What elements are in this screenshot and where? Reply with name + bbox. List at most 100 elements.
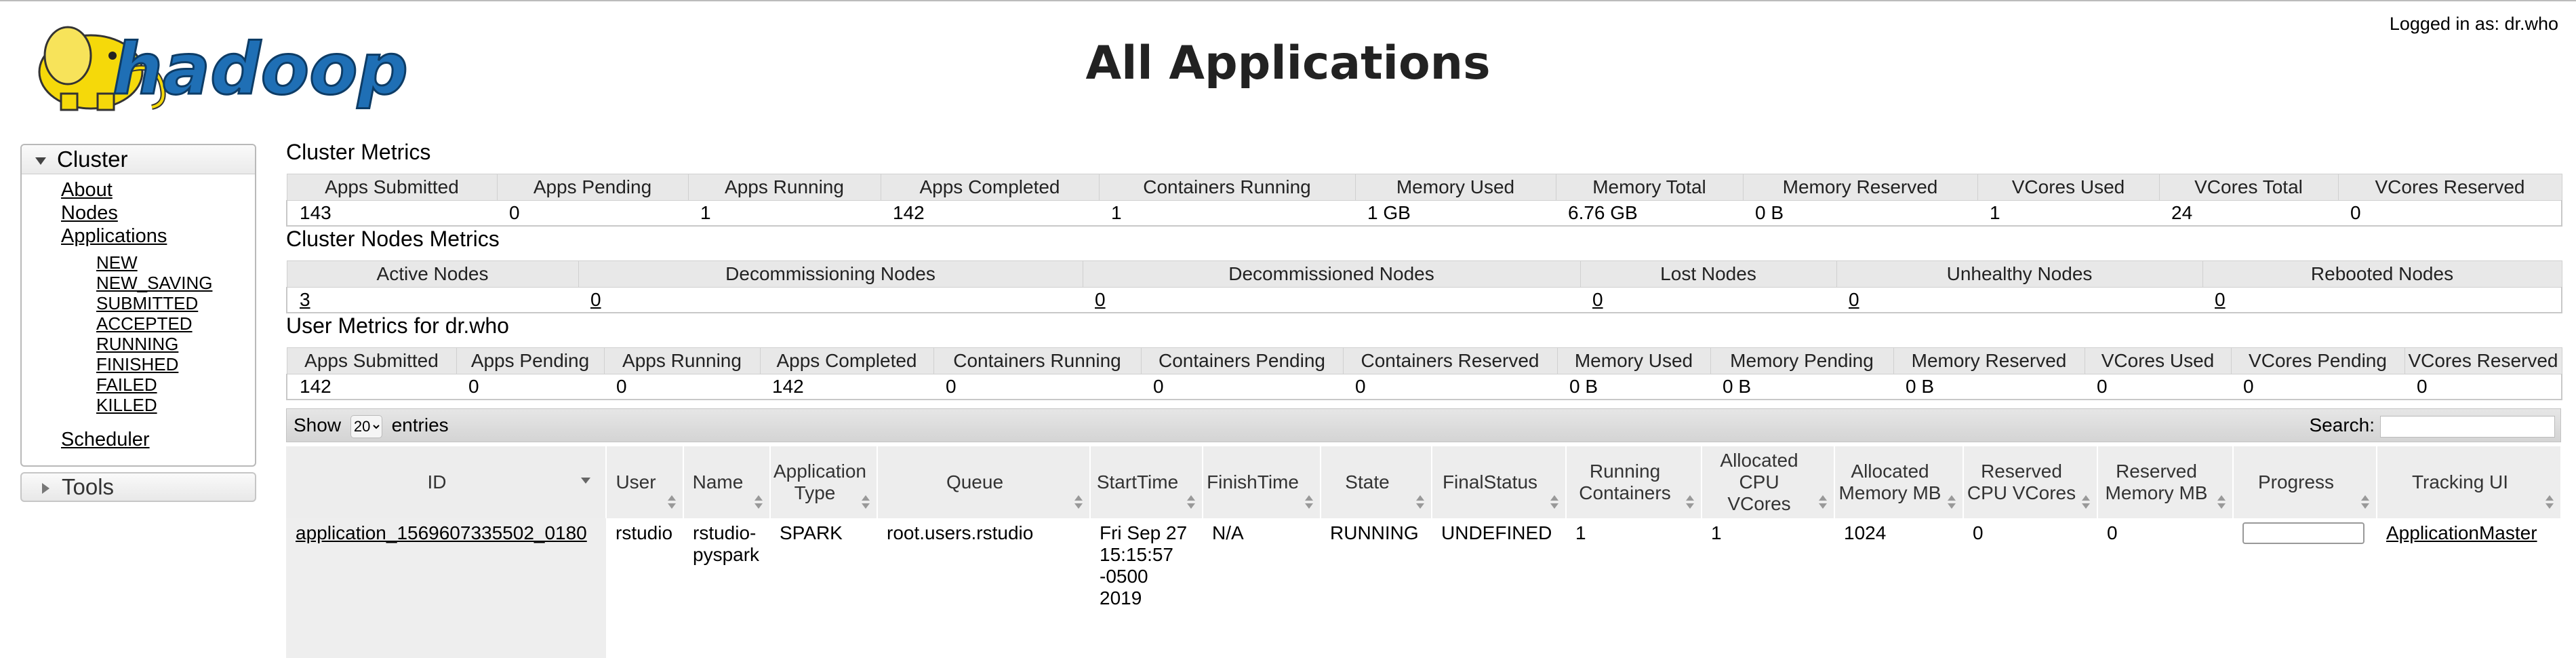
cluster-metrics-table: Apps Submitted Apps Pending Apps Running… — [286, 174, 2562, 227]
nav-link-nodes[interactable]: Nodes — [61, 202, 118, 225]
expand-arrow-icon — [42, 483, 49, 495]
metrics-header-row: Apps Submitted Apps Pending Apps Running… — [286, 347, 2562, 374]
metric-header: Memory Total — [1555, 174, 1744, 201]
progress-bar — [2242, 522, 2364, 544]
sort-icon — [668, 495, 676, 509]
column-header-final-status[interactable]: FinalStatus — [1432, 446, 1567, 518]
sort-icon — [1305, 495, 1313, 509]
metric-value: 24 — [2159, 200, 2338, 227]
column-header-start-time[interactable]: StartTime — [1090, 446, 1203, 518]
metrics-value-row: 142 0 0 142 0 0 0 0 B 0 B 0 B 0 0 0 — [286, 374, 2562, 400]
rebooted-nodes-link[interactable]: 0 — [2215, 289, 2226, 310]
nav-state-submitted[interactable]: SUBMITTED — [96, 293, 198, 314]
metric-value: 0 B — [1710, 374, 1893, 400]
metric-value: 1 — [688, 200, 881, 227]
node-metrics-table: Active Nodes Decommissioning Nodes Decom… — [286, 260, 2562, 313]
nav-state-finished[interactable]: FINISHED — [96, 354, 178, 375]
metric-header: Decommissioned Nodes — [1082, 260, 1581, 288]
nav-link-applications[interactable]: Applications — [61, 225, 167, 248]
column-header-running-containers[interactable]: Running Containers — [1566, 446, 1702, 518]
nav-state-running[interactable]: RUNNING — [96, 334, 178, 355]
column-header-label: Reserved CPU VCores — [1967, 461, 2076, 503]
metric-header: Apps Running — [687, 174, 881, 201]
metric-value: 0 B — [1557, 374, 1710, 400]
decommissioning-nodes-link[interactable]: 0 — [590, 289, 601, 310]
column-header-label: ID — [427, 471, 447, 492]
column-header-state[interactable]: State — [1321, 446, 1432, 518]
column-header-progress[interactable]: Progress — [2233, 446, 2377, 518]
metric-value: 0 — [497, 200, 688, 227]
metric-value: 0 — [1343, 374, 1557, 400]
metric-header: Apps Pending — [496, 174, 689, 201]
search-input[interactable] — [2380, 415, 2555, 438]
search-control: Search: — [2310, 414, 2555, 438]
sort-desc-icon — [581, 478, 590, 484]
nav-state-new[interactable]: NEW — [96, 252, 138, 273]
nav-state-accepted[interactable]: ACCEPTED — [96, 313, 193, 334]
column-header-reserved-memory[interactable]: Reserved Memory MB — [2097, 446, 2234, 518]
decommissioned-nodes-link[interactable]: 0 — [1095, 289, 1106, 310]
metric-header: Containers Reserved — [1342, 347, 1558, 374]
metrics-header-row: Apps Submitted Apps Pending Apps Running… — [286, 174, 2562, 201]
active-nodes-link[interactable]: 3 — [300, 289, 310, 310]
metric-header: VCores Pending — [2230, 347, 2405, 374]
metric-header: Memory Pending — [1710, 347, 1894, 374]
nav-state-new-saving[interactable]: NEW_SAVING — [96, 273, 212, 294]
metric-header: Containers Running — [1098, 174, 1356, 201]
column-header-application-type[interactable]: Application Type — [770, 446, 878, 518]
column-header-label: Reserved Memory MB — [2105, 461, 2208, 503]
cell-type: SPARK — [780, 522, 843, 543]
nav-state-failed[interactable]: FAILED — [96, 374, 157, 395]
metric-header: Apps Completed — [759, 347, 934, 374]
metric-header: VCores Reserved — [2404, 347, 2562, 374]
metric-header: VCores Used — [2084, 347, 2232, 374]
tracking-ui-link[interactable]: ApplicationMaster — [2386, 522, 2537, 543]
sort-icon — [1074, 495, 1083, 509]
cell-final-status: UNDEFINED — [1441, 522, 1552, 543]
column-header-label: Running Containers — [1579, 461, 1671, 503]
page-size-control: Show 20 entries — [294, 414, 449, 438]
column-header-reserved-cpu[interactable]: Reserved CPU VCores — [1963, 446, 2098, 518]
metric-header: Decommissioning Nodes — [578, 260, 1083, 288]
lost-nodes-link[interactable]: 0 — [1592, 289, 1603, 310]
nav-tools-header[interactable]: Tools — [20, 472, 256, 502]
metric-header: Memory Used — [1556, 347, 1711, 374]
column-header-allocated-cpu[interactable]: Allocated CPU VCores — [1702, 446, 1835, 518]
metric-header: Active Nodes — [286, 260, 579, 288]
apps-header-row: ID User Name Application Type Queue Star… — [286, 446, 2562, 518]
column-header-label: User — [616, 471, 656, 492]
nav-tools-label: Tools — [62, 474, 115, 499]
metric-value: 1 GB — [1355, 200, 1556, 227]
column-header-label: Progress — [2257, 471, 2335, 492]
column-header-id[interactable]: ID — [286, 446, 607, 518]
column-header-name[interactable]: Name — [683, 446, 771, 518]
cell-start-time: Fri Sep 27 15:15:57 -0500 2019 — [1100, 522, 1188, 608]
unhealthy-nodes-link[interactable]: 0 — [1849, 289, 1859, 310]
column-header-queue[interactable]: Queue — [877, 446, 1091, 518]
cell-progress — [2233, 518, 2377, 658]
nav-link-about[interactable]: About — [61, 179, 113, 201]
page-size-select[interactable]: 20 — [350, 414, 382, 438]
metric-header: VCores Reserved — [2337, 174, 2562, 201]
column-header-label: Application Type — [773, 461, 866, 503]
column-header-finish-time[interactable]: FinishTime — [1203, 446, 1321, 518]
entries-label: entries — [391, 414, 449, 436]
apps-table-toolbar: Show 20 entries Search: — [286, 408, 2561, 442]
nav-link-scheduler[interactable]: Scheduler — [61, 429, 150, 451]
column-header-tracking-ui[interactable]: Tracking UI — [2377, 446, 2562, 518]
column-header-label: Allocated CPU VCores — [1720, 450, 1798, 514]
application-id-link[interactable]: application_1569607335502_0180 — [296, 522, 587, 543]
metric-value: 0 — [2338, 200, 2562, 227]
sort-icon — [1187, 495, 1195, 509]
column-header-label: StartTime — [1096, 471, 1179, 492]
metric-header: Apps Submitted — [286, 174, 498, 201]
column-header-label: FinishTime — [1207, 471, 1299, 492]
metrics-value-row: 3 0 0 0 0 0 — [286, 287, 2562, 313]
nav-cluster-header[interactable]: Cluster — [22, 145, 255, 174]
column-header-label: Name — [692, 471, 744, 492]
metric-value: 0 B — [1743, 200, 1977, 227]
metric-header: Memory Reserved — [1893, 347, 2085, 374]
nav-state-killed[interactable]: KILLED — [96, 395, 157, 416]
column-header-user[interactable]: User — [606, 446, 684, 518]
column-header-allocated-memory[interactable]: Allocated Memory MB — [1834, 446, 1964, 518]
